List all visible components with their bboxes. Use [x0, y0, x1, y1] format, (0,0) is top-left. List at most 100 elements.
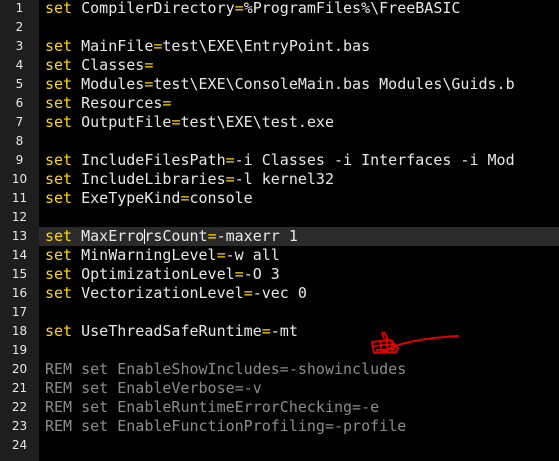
code-line[interactable]: REM set EnableFunctionProfiling=-profile	[45, 417, 406, 436]
line-number: 5	[15, 77, 24, 91]
line-number: 16	[11, 286, 28, 300]
keyword-set: set	[45, 151, 73, 169]
code-line[interactable]: set MaxErrorsCount=-maxerr 1	[39, 227, 559, 246]
code-line[interactable]: set Resources=	[45, 94, 171, 113]
equals-operator: =	[225, 151, 235, 169]
keyword-set: set	[45, 189, 73, 207]
variable-value: -i Classes -i Interfaces -i Mod	[234, 151, 515, 169]
keyword-set: set	[45, 37, 73, 55]
keyword-set: set	[45, 265, 73, 283]
code-line[interactable]: set OutputFile=test\EXE\test.exe	[45, 113, 334, 132]
equals-operator: =	[225, 170, 235, 188]
variable-name: UseThreadSafeRuntime	[81, 322, 262, 340]
variable-value: test\EXE\ConsoleMain.bas Modules\Guids.b	[153, 75, 515, 93]
variable-value: -O 3	[243, 265, 280, 283]
line-number: 10	[11, 172, 28, 186]
line-number: 4	[15, 58, 24, 72]
keyword-set: set	[45, 0, 73, 17]
line-number: 18	[11, 324, 28, 338]
variable-name: MaxErro	[81, 227, 145, 245]
code-line[interactable]: set CompilerDirectory=%ProgramFiles%\Fre…	[45, 0, 460, 18]
line-number: 15	[11, 267, 28, 281]
keyword-set: set	[45, 75, 73, 93]
variable-name: OptimizationLevel	[81, 265, 235, 283]
code-line[interactable]: set IncludeFilesPath=-i Classes -i Inter…	[45, 151, 515, 170]
line-number: 9	[15, 153, 24, 167]
variable-name: Modules	[81, 75, 145, 93]
comment-text: REM set EnableShowIncludes=-showincludes	[45, 360, 407, 378]
comment-text: REM set EnableRuntimeErrorChecking=-e	[45, 398, 380, 416]
code-line[interactable]: set MainFile=test\EXE\EntryPoint.bas	[45, 37, 370, 56]
line-number: 2	[15, 20, 24, 34]
line-number: 12	[11, 210, 28, 224]
variable-name: CompilerDirectory	[81, 0, 235, 17]
code-line[interactable]: set Classes=	[45, 56, 153, 75]
code-editor[interactable]: 1 2 3 4 5 6 7 8 9 10 11 12 13 14 15 16 17 18 19 20 21 22 23 24 …	[0, 0, 559, 461]
line-number-gutter: 1 2 3 4 5 6 7 8 9 10 11 12 13 14 15 16 17 18 19 20 21 22 23 24	[0, 0, 39, 461]
line-number: 11	[11, 191, 28, 205]
line-number: 8	[15, 134, 24, 148]
line-number: 6	[15, 96, 24, 110]
equals-operator: =	[234, 265, 244, 283]
keyword-set: set	[45, 113, 73, 131]
code-line[interactable]: set UseThreadSafeRuntime=-mt	[45, 322, 298, 341]
equals-operator: =	[216, 246, 226, 264]
line-number: 21	[11, 381, 28, 395]
comment-text: REM set EnableFunctionProfiling=-profile	[45, 417, 407, 435]
equals-operator: =	[243, 284, 253, 302]
line-number: 22	[11, 400, 28, 414]
code-line[interactable]: REM set EnableShowIncludes=-showincludes	[45, 360, 406, 379]
variable-value: -mt	[270, 322, 298, 340]
line-number: 20	[11, 362, 28, 376]
red-scribble-annotation	[371, 331, 459, 354]
line-number: 23	[11, 419, 28, 433]
variable-name: Resources	[81, 94, 163, 112]
variable-name: IncludeLibraries	[81, 170, 226, 188]
variable-value: %ProgramFiles%\FreeBASIC	[243, 0, 461, 17]
variable-value: test\EXE\test.exe	[180, 113, 334, 131]
variable-value: test\EXE\EntryPoint.bas	[162, 37, 371, 55]
variable-name: MinWarningLevel	[81, 246, 217, 264]
keyword-set: set	[45, 322, 73, 340]
comment-text: REM set EnableVerbose=-v	[45, 379, 262, 397]
variable-name: Classes	[81, 56, 145, 74]
variable-name: ExeTypeKind	[81, 189, 181, 207]
line-number: 24	[11, 438, 28, 452]
line-number: 1	[15, 1, 24, 15]
code-line[interactable]: set IncludeLibraries=-l kernel32	[45, 170, 334, 189]
equals-operator: =	[144, 56, 154, 74]
variable-value: console	[189, 189, 253, 207]
code-line[interactable]: set MinWarningLevel=-w all	[45, 246, 280, 265]
variable-name-rest: rsCount	[144, 227, 208, 245]
variable-value: -vec 0	[252, 284, 307, 302]
keyword-set: set	[45, 94, 73, 112]
variable-name: VectorizationLevel	[81, 284, 244, 302]
line-number: 13	[11, 229, 28, 243]
equals-operator: =	[234, 0, 244, 17]
equals-operator: =	[180, 189, 190, 207]
code-line[interactable]: set ExeTypeKind=console	[45, 189, 253, 208]
keyword-set: set	[45, 284, 73, 302]
line-number: 3	[15, 39, 24, 53]
line-number: 19	[11, 343, 28, 357]
variable-name: IncludeFilesPath	[81, 151, 226, 169]
variable-value: -maxerr 1	[216, 227, 298, 245]
keyword-set: set	[45, 56, 73, 74]
code-line[interactable]: set Modules=test\EXE\ConsoleMain.bas Mod…	[45, 75, 515, 94]
code-line[interactable]: REM set EnableRuntimeErrorChecking=-e	[45, 398, 379, 417]
code-line[interactable]: REM set EnableVerbose=-v	[45, 379, 262, 398]
variable-name: MainFile	[81, 37, 154, 55]
keyword-set: set	[45, 170, 73, 188]
keyword-set: set	[45, 246, 73, 264]
equals-operator: =	[162, 94, 172, 112]
line-number: 7	[15, 115, 24, 129]
variable-value: -w all	[225, 246, 280, 264]
line-number: 14	[11, 248, 28, 262]
variable-value: -l kernel32	[234, 170, 334, 188]
equals-operator: =	[261, 322, 271, 340]
code-line[interactable]: set OptimizationLevel=-O 3	[45, 265, 280, 284]
variable-name: OutputFile	[81, 113, 172, 131]
keyword-set: set	[45, 227, 73, 245]
line-number: 17	[11, 305, 28, 319]
code-line[interactable]: set VectorizationLevel=-vec 0	[45, 284, 307, 303]
